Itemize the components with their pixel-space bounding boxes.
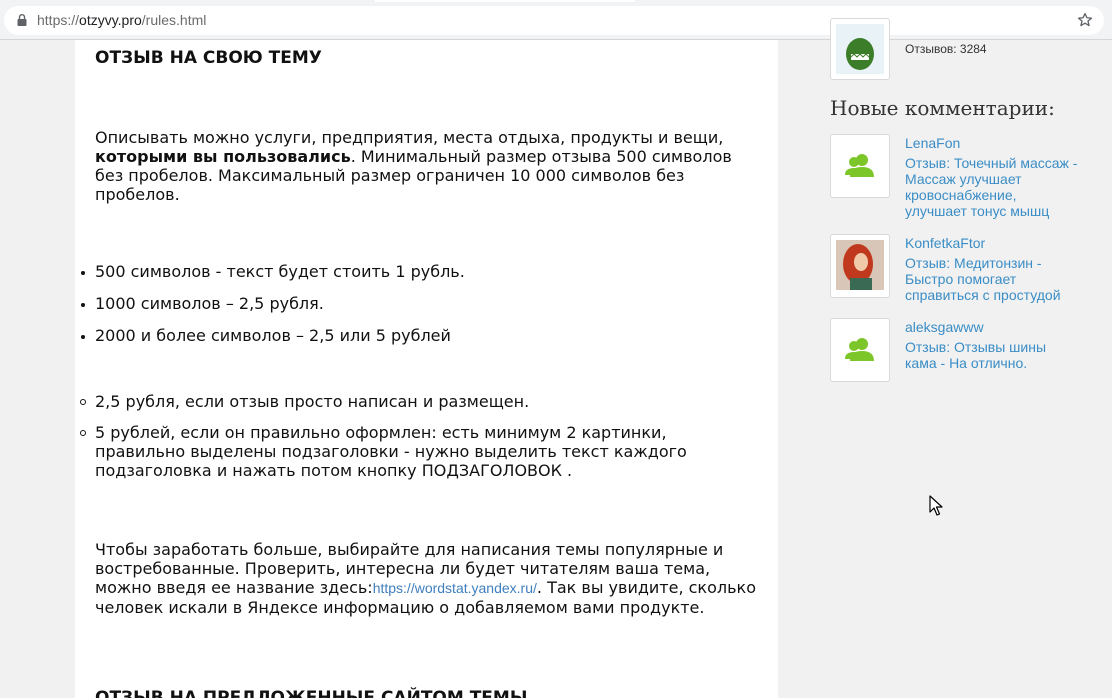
- top-user-count: Отзывов: 3284: [905, 42, 987, 56]
- comment-author-link[interactable]: KonfetkaFtor: [905, 235, 985, 251]
- avatar[interactable]: [830, 18, 890, 80]
- sidebar: Отзывов: 3284 Новые комментарии: LenaFon…: [780, 18, 1112, 698]
- photo-avatar-icon: [836, 240, 884, 290]
- tips-paragraph: Чтобы заработать больше, выбирайте для н…: [95, 540, 760, 617]
- star-icon[interactable]: [1076, 11, 1094, 29]
- new-comments-title: Новые комментарии:: [830, 96, 1055, 120]
- address-bar[interactable]: https://otzyvy.pro/rules.html: [4, 6, 1104, 35]
- list-item: 1000 символов – 2,5 рубля.: [81, 294, 465, 326]
- article-content: ОТЗЫВ НА СВОЮ ТЕМУ Описывать можно услуг…: [75, 40, 778, 698]
- active-tab-edge: [375, 0, 635, 2]
- avatar[interactable]: [830, 318, 890, 382]
- url-host: otzyvy.pro: [79, 12, 142, 28]
- url-path: /rules.html: [141, 12, 207, 28]
- price-list: 500 символов - текст будет стоить 1 рубл…: [81, 262, 465, 358]
- url-text[interactable]: https://otzyvy.pro/rules.html: [37, 12, 206, 28]
- comment-author-link[interactable]: aleksgawww: [905, 319, 984, 335]
- list-item: 2000 и более символов – 2,5 или 5 рублей: [81, 326, 465, 358]
- wordstat-link[interactable]: https://wordstat.yandex.ru/: [373, 580, 537, 596]
- url-scheme: https://: [37, 12, 80, 28]
- intro-paragraph: Описывать можно услуги, предприятия, мес…: [95, 128, 765, 204]
- section-heading: ОТЗЫВ НА СВОЮ ТЕМУ: [95, 48, 322, 68]
- lock-icon[interactable]: [17, 14, 27, 26]
- comment-link[interactable]: Отзыв: Отзывы шины кама - На отлично.: [905, 339, 1080, 371]
- comment-link[interactable]: Отзыв: Точечный массаж - Массаж улучшает…: [905, 155, 1080, 219]
- avatar[interactable]: [830, 234, 890, 298]
- mouse-cursor-icon: [929, 495, 943, 516]
- intro-text-bold: которыми вы пользовались: [95, 147, 351, 166]
- price-sublist: 2,5 рубля, если отзыв просто написан и р…: [80, 392, 755, 492]
- avatar[interactable]: [830, 134, 890, 198]
- comment-author-link[interactable]: LenaFon: [905, 135, 960, 151]
- list-item: 2,5 рубля, если отзыв просто написан и р…: [80, 392, 755, 411]
- next-section-heading: ОТЗЫВ НА ПРЕДЛОЖЕННЫЕ САЙТОМ ТЕМЫ: [95, 688, 528, 698]
- browser-toolbar: https://otzyvy.pro/rules.html: [0, 0, 1112, 40]
- list-item: 5 рублей, если он правильно оформлен: ес…: [80, 423, 755, 480]
- user-icon: [845, 154, 874, 177]
- user-icon: [845, 338, 874, 361]
- monster-avatar-icon: [836, 24, 884, 74]
- list-item: 500 символов - текст будет стоить 1 рубл…: [81, 262, 465, 294]
- intro-text-start: Описывать можно услуги, предприятия, мес…: [95, 128, 724, 147]
- comment-link[interactable]: Отзыв: Медитонзин - Быстро помогает спра…: [905, 255, 1080, 303]
